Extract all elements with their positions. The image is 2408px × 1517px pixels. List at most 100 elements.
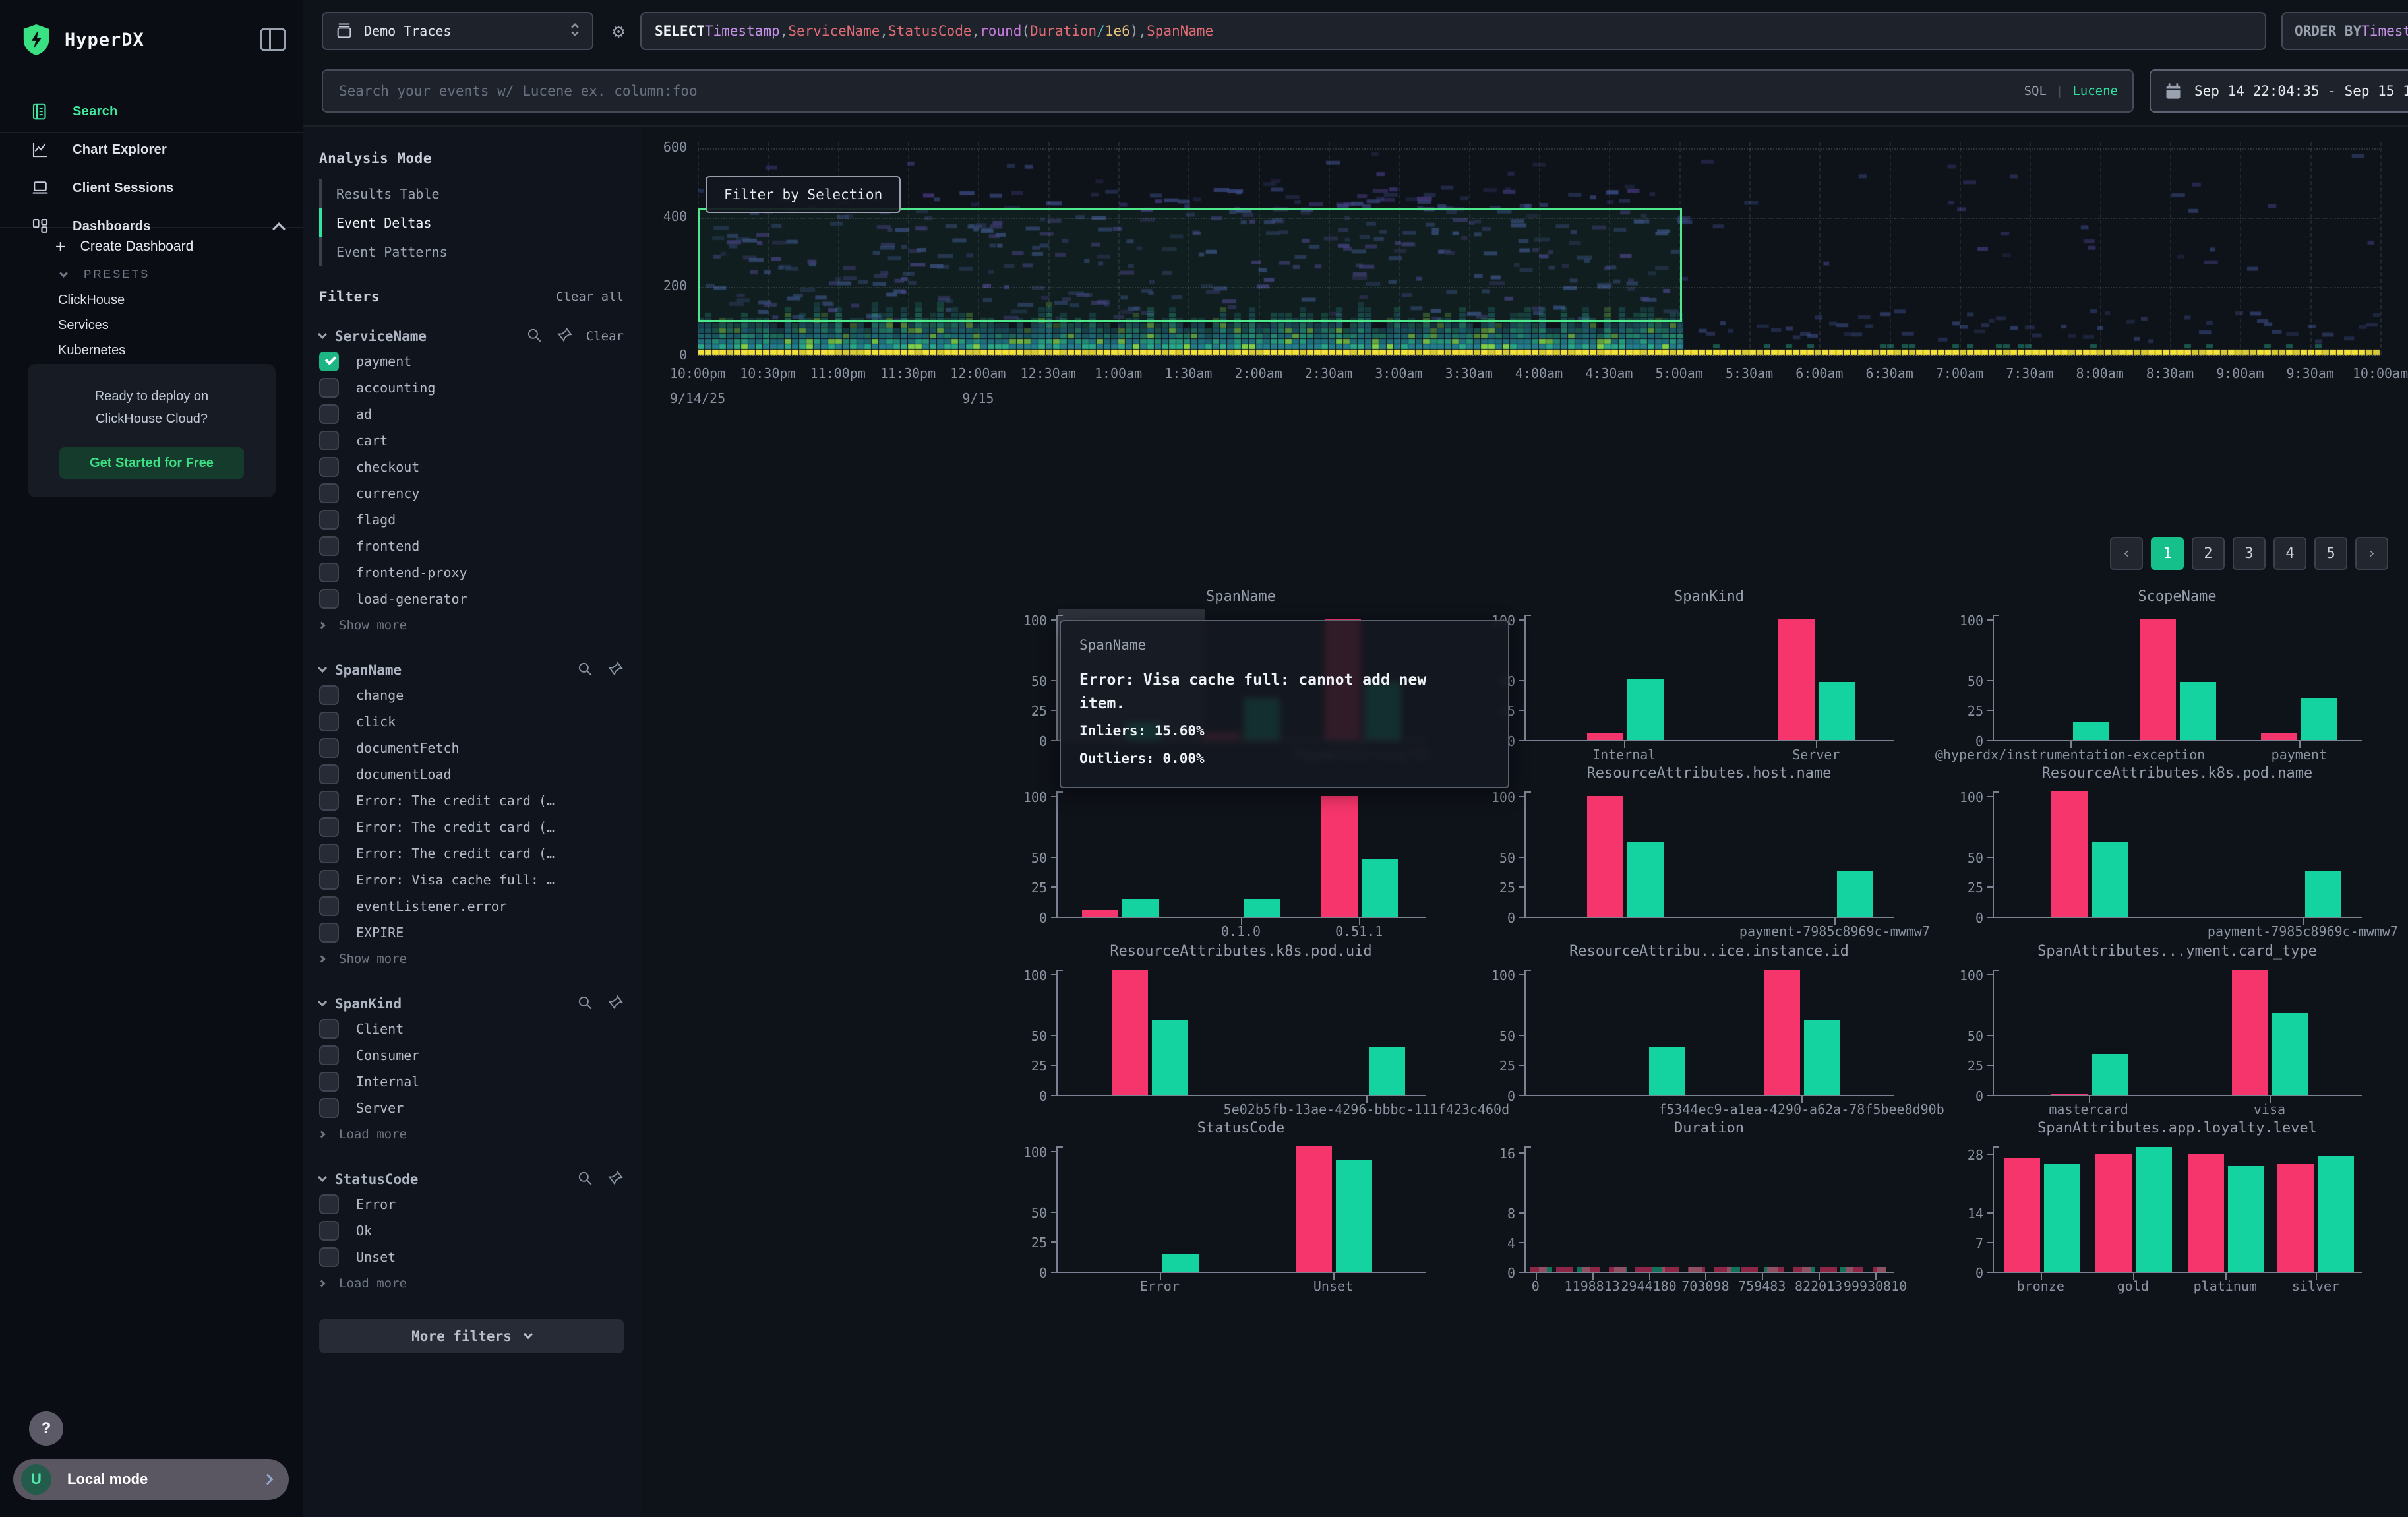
filter-option-frontend-proxy[interactable]: frontend-proxy <box>319 559 624 586</box>
outlier-bar[interactable] <box>2051 1094 2088 1095</box>
source-settings-gear-icon[interactable]: ⚙ <box>601 12 636 50</box>
checkbox[interactable] <box>319 923 339 943</box>
bar-group-k8s-pod-uid[interactable] <box>1112 970 1188 1095</box>
show-more-button[interactable]: Show more <box>319 946 624 972</box>
filter-by-selection-button[interactable]: Filter by Selection <box>706 176 901 213</box>
filter-option-payment[interactable]: payment <box>319 348 624 375</box>
checkbox[interactable] <box>319 844 339 863</box>
bar-group-hidden-under-tooltip[interactable] <box>1082 899 1159 917</box>
inlier-bar[interactable] <box>2073 722 2109 740</box>
checkbox[interactable] <box>319 685 339 705</box>
filter-option-flagd[interactable]: flagd <box>319 507 624 533</box>
inlier-bar[interactable] <box>1244 899 1280 917</box>
bar-group-gold[interactable] <box>2095 1147 2172 1272</box>
preset-item-kubernetes[interactable]: Kubernetes <box>0 338 303 363</box>
filter-option-documentload[interactable]: documentLoad <box>319 761 624 788</box>
inlier-bar[interactable] <box>1336 1160 1372 1272</box>
filter-option-ad[interactable]: ad <box>319 401 624 427</box>
filter-option-change[interactable]: change <box>319 682 624 708</box>
analysis-mode-results-table[interactable]: Results Table <box>319 179 624 208</box>
checkbox[interactable] <box>319 536 339 556</box>
chevron-down-icon[interactable] <box>318 997 327 1006</box>
inlier-bar[interactable] <box>2228 1166 2264 1272</box>
load-more-button[interactable]: Load more <box>319 1270 624 1297</box>
filter-option-error-the-credit-card[interactable]: Error: The credit card (… <box>319 840 624 867</box>
filter-group-name[interactable]: SpanName <box>335 662 402 678</box>
chart-plot-area[interactable] <box>1056 1146 1426 1273</box>
bar-group-service-instance-id[interactable] <box>1609 1047 1685 1095</box>
chevron-down-icon[interactable] <box>318 1173 327 1182</box>
inlier-bar[interactable] <box>2136 1147 2172 1272</box>
sql-toggle[interactable]: SQL <box>2024 84 2047 98</box>
bar-group-payment-7985c8969c-mwmw7[interactable] <box>2265 871 2341 917</box>
events-heatmap[interactable]: Filter by Selection <box>698 142 2380 356</box>
filter-option-ok[interactable]: Ok <box>319 1218 624 1244</box>
inlier-bar[interactable] <box>2318 1156 2354 1272</box>
outlier-bar[interactable] <box>1321 796 1358 917</box>
pin-icon[interactable] <box>607 994 624 1014</box>
page-button-3[interactable]: 3 <box>2233 537 2266 570</box>
preset-item-services[interactable]: Services <box>0 313 303 338</box>
bar-group-unset[interactable] <box>1296 1146 1372 1272</box>
filter-option-error-the-credit-card[interactable]: Error: The credit card (… <box>319 814 624 840</box>
bar-group-scopename[interactable] <box>2140 619 2216 740</box>
outlier-bar[interactable] <box>2188 1154 2224 1272</box>
sidebar-item-search[interactable]: Search <box>0 92 303 131</box>
filter-option-load-generator[interactable]: load-generator <box>319 586 624 612</box>
inlier-bar[interactable] <box>1627 679 1664 740</box>
chevron-down-icon[interactable] <box>318 330 327 339</box>
inlier-bar[interactable] <box>2305 871 2341 917</box>
inlier-bar[interactable] <box>1162 1254 1199 1272</box>
checkbox[interactable] <box>319 791 339 811</box>
outlier-bar[interactable] <box>1112 970 1148 1095</box>
filter-option-error-the-credit-card[interactable]: Error: The credit card (… <box>319 788 624 814</box>
bar-group-platinum[interactable] <box>2188 1154 2264 1272</box>
chart-plot-area[interactable] <box>1524 1146 1894 1273</box>
checkbox[interactable] <box>319 457 339 477</box>
checkbox-checked[interactable] <box>319 352 339 371</box>
outlier-bar[interactable] <box>1587 796 1623 917</box>
search-icon[interactable] <box>576 994 593 1014</box>
outlier-bar[interactable] <box>2051 791 2088 917</box>
inlier-bar[interactable] <box>1837 871 1873 917</box>
outlier-bar[interactable] <box>1764 970 1800 1095</box>
clear-all-button[interactable]: Clear all <box>556 290 624 304</box>
outlier-bar[interactable] <box>2095 1154 2132 1272</box>
bar-group-5e02b5fb-13ae-4296-bbbc-111f423c460d[interactable] <box>1329 1047 1405 1095</box>
lucene-toggle[interactable]: Lucene <box>2072 84 2118 98</box>
checkbox[interactable] <box>319 563 339 582</box>
inlier-bar[interactable] <box>1649 1047 1685 1095</box>
inlier-bar[interactable] <box>1627 842 1664 917</box>
clear-filter-button[interactable]: Clear <box>586 329 624 344</box>
filter-option-documentfetch[interactable]: documentFetch <box>319 735 624 761</box>
bar-group-0-1-0[interactable] <box>1203 899 1280 917</box>
order-by-input[interactable]: ORDER BY Timestamp DESC <box>2281 12 2408 50</box>
filter-group-name[interactable]: SpanKind <box>335 996 402 1012</box>
chart-plot-area[interactable] <box>1524 970 1894 1096</box>
outlier-bar[interactable] <box>2277 1164 2314 1272</box>
bar-group-payment[interactable] <box>2261 698 2337 740</box>
pin-icon[interactable] <box>607 1169 624 1189</box>
filter-option-currency[interactable]: currency <box>319 480 624 507</box>
filter-option-eventlistener-error[interactable]: eventListener.error <box>319 893 624 919</box>
checkbox[interactable] <box>319 817 339 837</box>
inlier-bar[interactable] <box>1362 859 1398 917</box>
page-button-4[interactable]: 4 <box>2273 537 2306 570</box>
inlier-bar[interactable] <box>2044 1164 2080 1272</box>
bar-group-bronze[interactable] <box>2004 1158 2080 1272</box>
bar-group-error[interactable] <box>1122 1254 1199 1272</box>
source-select[interactable]: Demo Traces <box>322 12 593 50</box>
inlier-bar[interactable] <box>1369 1047 1405 1095</box>
checkbox[interactable] <box>319 431 339 450</box>
inlier-bar[interactable] <box>1122 899 1159 917</box>
checkbox[interactable] <box>319 712 339 731</box>
filter-option-error-visa-cache-full[interactable]: Error: Visa cache full: … <box>319 867 624 893</box>
heatmap-selection-region[interactable] <box>698 208 1682 322</box>
filter-group-name[interactable]: ServiceName <box>335 328 427 344</box>
get-started-button[interactable]: Get Started for Free <box>59 447 244 479</box>
checkbox[interactable] <box>319 589 339 609</box>
checkbox[interactable] <box>319 1072 339 1092</box>
sidebar-item-chart-explorer[interactable]: Chart Explorer <box>0 131 303 169</box>
checkbox[interactable] <box>319 1045 339 1065</box>
page-button-1[interactable]: 1 <box>2151 537 2184 570</box>
